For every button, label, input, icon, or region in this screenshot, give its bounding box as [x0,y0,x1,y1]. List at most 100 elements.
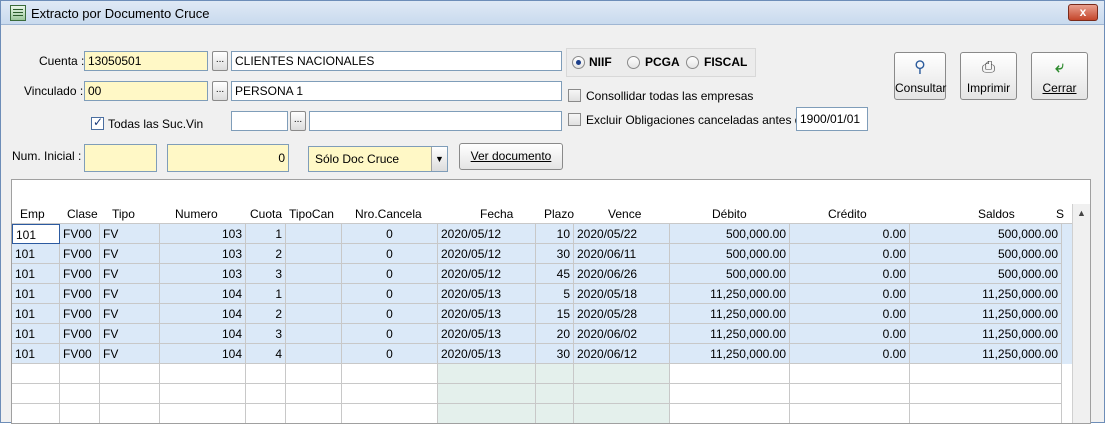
cell-emp[interactable]: 101 [12,224,60,244]
cell-credito[interactable] [790,364,910,384]
cuenta-input[interactable]: 13050501 [84,51,208,71]
table-row[interactable]: 101 FV00 FV 104 4 0 2020/05/13 30 2020/06/12 11,2… [12,344,1072,364]
cell-fecha[interactable]: 2020/05/13 [438,344,536,364]
cell-fecha[interactable] [438,364,536,384]
cell-clase[interactable]: FV00 [60,284,100,304]
cell-emp[interactable] [12,364,60,384]
cell-fecha[interactable]: 2020/05/12 [438,264,536,284]
vinculado-input[interactable]: 00 [84,81,208,101]
cell-nro-cancela[interactable]: 0 [342,264,438,284]
cell-plazo[interactable]: 30 [536,244,574,264]
empty-row[interactable] [12,404,1072,423]
cell-credito[interactable]: 0.00 [790,304,910,324]
table-row[interactable]: 101 FV00 FV 103 1 0 2020/05/12 10 2020/05/22 500,… [12,224,1072,244]
cell-emp[interactable]: 101 [12,304,60,324]
cell-nro-cancela[interactable]: 0 [342,224,438,244]
cell-numero[interactable] [160,384,246,404]
imprimir-button[interactable]: ⎙ Imprimir [960,52,1017,100]
cell-credito[interactable] [790,404,910,423]
cell-clase[interactable] [60,404,100,423]
cell-clase[interactable]: FV00 [60,244,100,264]
cell-credito[interactable]: 0.00 [790,324,910,344]
close-button[interactable]: x [1068,4,1098,21]
cerrar-button[interactable]: ⤶ Cerrar [1031,52,1088,100]
cell-numero[interactable]: 104 [160,304,246,324]
excluir-checkbox[interactable] [568,113,581,126]
cell-clase[interactable] [60,364,100,384]
cell-saldos[interactable] [910,364,1062,384]
cell-tipo[interactable]: FV [100,264,160,284]
cell-saldos[interactable]: 500,000.00 [910,264,1062,284]
cell-emp[interactable] [12,404,60,423]
cell-tipo[interactable] [100,384,160,404]
cell-tipo[interactable]: FV [100,284,160,304]
cell-nro-cancela[interactable]: 0 [342,324,438,344]
cell-debito[interactable]: 11,250,000.00 [670,344,790,364]
ver-documento-button[interactable]: Ver documento [459,143,563,170]
cell-credito[interactable]: 0.00 [790,224,910,244]
cell-saldos[interactable] [910,384,1062,404]
cell-vence[interactable]: 2020/05/28 [574,304,670,324]
cell-vence[interactable]: 2020/05/22 [574,224,670,244]
cell-plazo[interactable]: 45 [536,264,574,284]
cell-cuota[interactable]: 3 [246,324,286,344]
cell-nro-cancela[interactable]: 0 [342,284,438,304]
cell-clase[interactable] [60,384,100,404]
cell-debito[interactable]: 11,250,000.00 [670,304,790,324]
empty-row[interactable] [12,364,1072,384]
cell-vence[interactable]: 2020/06/02 [574,324,670,344]
cell-cuota[interactable] [246,404,286,423]
consultar-button[interactable]: ⚲ Consultar [894,52,946,100]
cell-saldos[interactable]: 11,250,000.00 [910,324,1062,344]
cell-tipo[interactable]: FV [100,244,160,264]
cell-emp[interactable]: 101 [12,264,60,284]
cell-clase[interactable]: FV00 [60,344,100,364]
cell-vence[interactable] [574,404,670,423]
table-row[interactable]: 101 FV00 FV 103 3 0 2020/05/12 45 2020/06/26 500,… [12,264,1072,284]
cell-saldos[interactable]: 11,250,000.00 [910,284,1062,304]
cell-plazo[interactable]: 10 [536,224,574,244]
todas-suc-checkbox[interactable] [91,115,104,130]
cell-clase[interactable]: FV00 [60,264,100,284]
cell-tipocan[interactable] [286,224,342,244]
cell-emp[interactable]: 101 [12,284,60,304]
cell-numero[interactable]: 104 [160,324,246,344]
cell-saldos[interactable]: 500,000.00 [910,244,1062,264]
table-row[interactable]: 101 FV00 FV 104 3 0 2020/05/13 20 2020/06/02 11,2… [12,324,1072,344]
cell-credito[interactable]: 0.00 [790,244,910,264]
cell-plazo[interactable] [536,404,574,423]
cell-tipo[interactable] [100,404,160,423]
cell-debito[interactable] [670,384,790,404]
cell-tipocan[interactable] [286,404,342,423]
cell-fecha[interactable]: 2020/05/13 [438,284,536,304]
cell-tipocan[interactable] [286,304,342,324]
cell-tipo[interactable]: FV [100,304,160,324]
vinculado-lookup-button[interactable]: ... [212,81,228,101]
cell-tipocan[interactable] [286,264,342,284]
cell-numero[interactable]: 103 [160,224,246,244]
excluir-date-input[interactable]: 1900/01/01 [796,107,868,131]
cell-saldos[interactable] [910,404,1062,423]
cell-cuota[interactable] [246,364,286,384]
table-row[interactable]: 101 FV00 FV 104 2 0 2020/05/13 15 2020/05/28 11,2… [12,304,1072,324]
num-final-input[interactable]: 0 [167,144,289,172]
cell-plazo[interactable]: 30 [536,344,574,364]
cell-clase[interactable]: FV00 [60,224,100,244]
cell-emp[interactable]: 101 [12,344,60,364]
cell-cuota[interactable]: 3 [246,264,286,284]
cell-fecha[interactable]: 2020/05/13 [438,304,536,324]
radio-pcga[interactable] [627,56,640,69]
cell-emp[interactable]: 101 [12,244,60,264]
scroll-up-icon[interactable]: ▲ [1077,208,1086,218]
cell-clase[interactable]: FV00 [60,304,100,324]
documento-select[interactable]: Sólo Doc Cruce ▼ [308,146,448,172]
cell-credito[interactable] [790,384,910,404]
cell-debito[interactable] [670,404,790,423]
cell-tipocan[interactable] [286,284,342,304]
sucursal-input[interactable] [231,111,288,131]
cell-saldos[interactable]: 500,000.00 [910,224,1062,244]
cell-cuota[interactable]: 2 [246,304,286,324]
cell-numero[interactable] [160,364,246,384]
cell-vence[interactable]: 2020/06/12 [574,344,670,364]
cell-saldos[interactable]: 11,250,000.00 [910,304,1062,324]
